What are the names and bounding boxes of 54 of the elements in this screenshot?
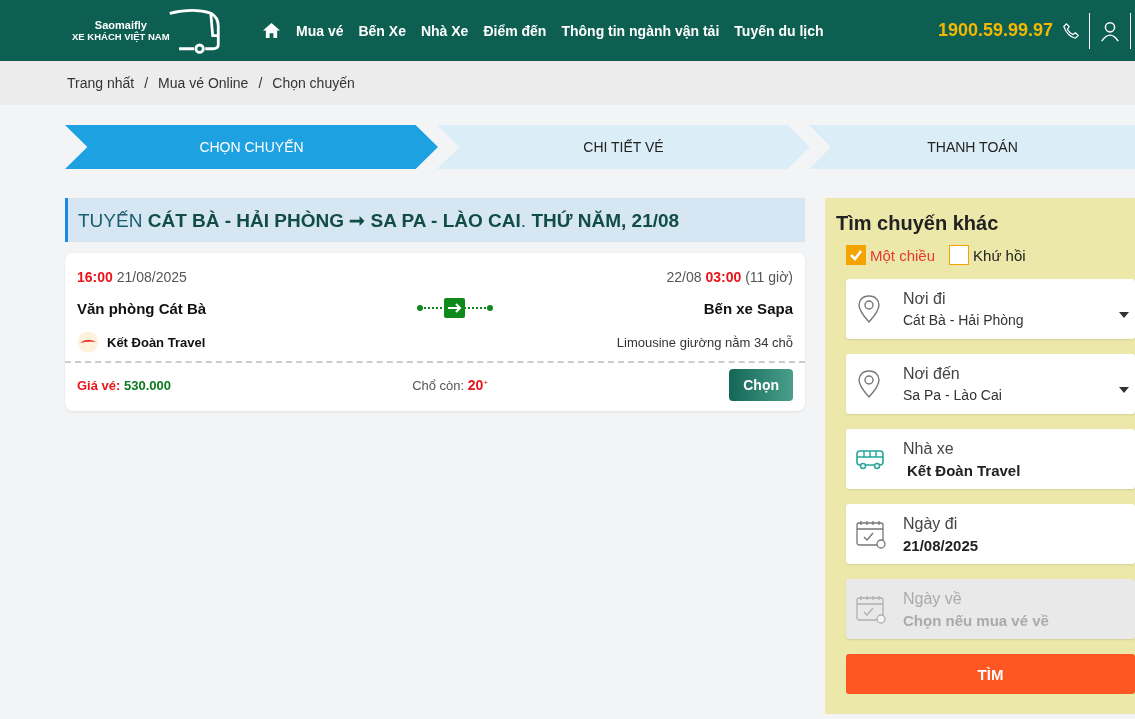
field-label: Nhà xe [903, 439, 955, 458]
field-label: Nơi đi [903, 290, 947, 308]
logo-tagline: XE KHÁCH VIỆT NAM [72, 31, 170, 42]
arrival-place: Bến xe Sapa [703, 299, 793, 317]
arrival-time: 22/08 03:00 (11 giờ) [666, 269, 793, 285]
search-field[interactable]: Ngày đi 21/08/2025 [846, 504, 1135, 564]
checkbox[interactable] [846, 245, 866, 265]
nav-link[interactable]: Mua vé [296, 22, 344, 39]
vehicle-type: Limousine giường nằm 34 chỗ [616, 334, 793, 350]
select-button[interactable]: Chọn [729, 369, 793, 401]
logo[interactable]: Saomaifly XE KHÁCH VIỆT NAM [72, 6, 222, 55]
field-value: Kết Đoàn Travel [906, 461, 1021, 479]
field-value: Cát Bà - Hải Phòng [903, 312, 1024, 328]
nav-link[interactable]: Bến Xe [358, 22, 406, 39]
checkbox-label: Một chiều [870, 246, 936, 264]
departure-time: 16:00 21/08/2025 [77, 269, 187, 285]
search-field: Ngày về Chọn nếu mua vé về [846, 579, 1135, 639]
search-field[interactable]: Nơi đi Cát Bà - Hải Phòng [846, 279, 1135, 339]
nav-link[interactable]: Nhà Xe [420, 22, 469, 39]
nav-link[interactable]: Thông tin ngành vận tải [561, 22, 720, 39]
phone-icon [1062, 21, 1080, 40]
ticket-price: Giá vé: 530.000 [77, 377, 171, 393]
seats-left: Chổ còn: 20$^{+}$ [412, 377, 489, 393]
calendar-icon [856, 594, 886, 624]
breadcrumb-link[interactable]: Chọn chuyến [272, 75, 355, 91]
home-icon[interactable] [262, 22, 281, 39]
search-field[interactable]: Nhà xe Kết Đoàn Travel [846, 429, 1135, 489]
route-arrow-icon [416, 297, 493, 319]
nav-link[interactable]: Tuyến du lịch [734, 22, 824, 39]
hotline-number[interactable]: 1900.59.99.97 [937, 20, 1053, 41]
checkbox[interactable] [949, 245, 970, 265]
panel-title: Tìm chuyến khác [836, 212, 1000, 235]
calendar-icon [856, 519, 886, 549]
breadcrumb-separator: / [144, 75, 149, 91]
user-icon[interactable] [1099, 19, 1121, 42]
breadcrumb-link[interactable]: Mua vé Online [158, 75, 249, 91]
breadcrumb-separator: / [258, 75, 263, 91]
search-field[interactable]: Nơi đến Sa Pa - Lào Cai [846, 354, 1135, 414]
caret-icon [1119, 312, 1129, 318]
route-title: TUYẾN CÁT BÀ - HẢI PHÒNG ➞ SA PA - LÀO CAI. THỨ NĂM, 21/08 [78, 208, 680, 232]
checkbox-label: Khứ hồi [973, 246, 1026, 264]
field-label: Ngày đi [903, 514, 959, 533]
nav-link[interactable]: Điểm đến [483, 22, 547, 39]
checkmark-icon [849, 248, 863, 262]
departure-place: Văn phòng Cát Bà [77, 299, 207, 317]
logo-brand: Saomaifly [94, 19, 147, 31]
caret-icon [1119, 387, 1129, 393]
field-value: Sa Pa - Lào Cai [903, 387, 1002, 403]
breadcrumb-link[interactable]: Trang nhất [67, 75, 135, 91]
field-value: 21/08/2025 [903, 536, 979, 554]
field-label: Ngày về [903, 589, 963, 608]
operator-logo-icon [77, 331, 99, 353]
field-label: Nơi đến [903, 365, 961, 383]
operator-name: Kết Đoàn Travel [107, 334, 206, 350]
